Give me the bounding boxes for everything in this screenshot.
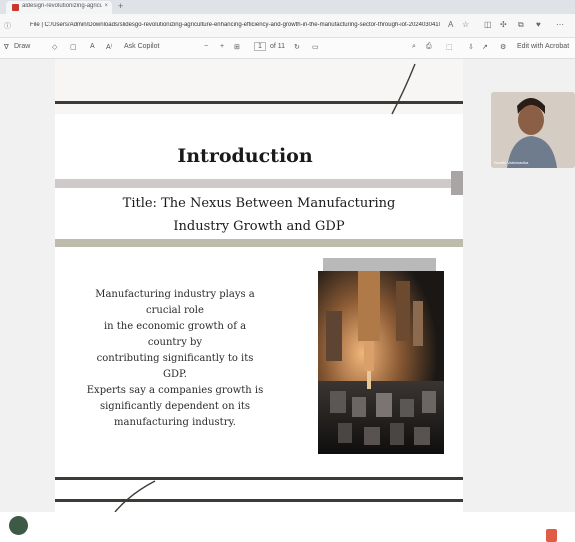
bottom-divider-2: [55, 499, 463, 502]
participant-name: Swathi Vaishnavika: [494, 160, 529, 165]
pdf-toolbar: ∇ Draw ◇ ▢ A A⁾ Ask Copilot − + ⊞ 1 of 1…: [0, 38, 575, 59]
pdf-favicon-icon: [12, 4, 19, 11]
save-as-icon[interactable]: ⇩: [468, 43, 474, 51]
pdf-viewer: Introduction Title: The Nexus Between Ma…: [0, 59, 575, 542]
edit-with-acrobat-button[interactable]: Edit with Acrobat: [517, 43, 569, 50]
page-number-input[interactable]: 1: [254, 42, 266, 51]
page-total: of 11: [270, 43, 286, 50]
top-divider: [55, 101, 463, 104]
text-icon[interactable]: A: [90, 43, 95, 50]
print-icon[interactable]: ⎙: [426, 43, 432, 51]
browser-essentials-icon[interactable]: ♥: [536, 20, 541, 29]
browser-tab-bar: aldesign-revolutionizing-agriculture... …: [0, 0, 575, 14]
highlight-icon[interactable]: ▢: [70, 43, 77, 51]
factory-machinery-photo: [318, 271, 444, 454]
body-line: Manufacturing industry plays a crucial r…: [95, 289, 255, 316]
draw-button[interactable]: Draw: [14, 43, 30, 50]
photo-frame-accent: [323, 258, 436, 271]
decorative-block: [451, 171, 463, 195]
draw-icon[interactable]: ∇: [4, 43, 9, 51]
recording-control-button[interactable]: [9, 516, 28, 535]
zoom-in-button[interactable]: +: [220, 43, 224, 50]
split-screen-icon[interactable]: ◫: [484, 20, 492, 29]
slide-subtitle-line1: Title: The Nexus Between Manufacturing: [122, 196, 396, 211]
more-menu-icon[interactable]: ⋯: [556, 20, 564, 29]
decorative-gray-band: [55, 179, 463, 188]
body-line: Experts say a companies growth is: [86, 385, 264, 396]
video-call-thumbnail[interactable]: Swathi Vaishnavika: [491, 92, 575, 168]
rotate-icon[interactable]: ↻: [294, 43, 300, 51]
slide-body-text: Manufacturing industry plays a crucial r…: [85, 287, 265, 431]
url-field[interactable]: File | C:/Users/Admin/Downloads/slidesgo…: [30, 22, 440, 28]
decorative-line-top: [391, 63, 416, 115]
slide-subtitle-line2: Industry Growth and GDP: [173, 219, 345, 234]
save-icon[interactable]: ⬚: [446, 43, 453, 51]
browser-tab[interactable]: aldesign-revolutionizing-agriculture... …: [6, 1, 112, 14]
extensions-icon[interactable]: ✣: [500, 20, 507, 29]
collections-icon[interactable]: ⧉: [518, 20, 524, 30]
new-tab-button[interactable]: +: [118, 1, 123, 12]
ask-copilot-button[interactable]: Ask Copilot: [124, 43, 159, 50]
zoom-out-button[interactable]: −: [204, 43, 208, 50]
fit-page-icon[interactable]: ⊞: [234, 43, 240, 51]
pdf-app-icon[interactable]: [546, 529, 557, 542]
decorative-line-bottom: [114, 480, 156, 512]
read-aloud-icon[interactable]: A⁾: [106, 43, 112, 51]
slide-page: Introduction Title: The Nexus Between Ma…: [55, 59, 463, 512]
erase-icon[interactable]: ◇: [52, 43, 57, 51]
tab-close-icon[interactable]: ×: [104, 3, 108, 9]
body-line: significantly dependent on its: [99, 401, 251, 412]
body-line: contributing significantly to its GDP.: [96, 353, 254, 380]
address-bar: ⓘ File | C:/Users/Admin/Downloads/slides…: [0, 14, 575, 38]
page-view-icon[interactable]: ▭: [312, 43, 319, 51]
info-icon[interactable]: ⓘ: [4, 21, 11, 31]
settings-icon[interactable]: ⚙: [500, 43, 506, 51]
search-icon[interactable]: ⌕: [412, 43, 416, 51]
read-aloud-icon[interactable]: A: [448, 20, 453, 29]
body-line: in the economic growth of a country by: [103, 321, 247, 348]
share-icon[interactable]: ↗: [482, 43, 488, 51]
tab-title: aldesign-revolutionizing-agriculture...: [22, 3, 102, 9]
decorative-olive-band: [55, 239, 463, 247]
slide-heading: Introduction: [177, 145, 313, 167]
body-line: manufacturing industry.: [114, 417, 236, 428]
favorite-icon[interactable]: ☆: [462, 20, 469, 29]
